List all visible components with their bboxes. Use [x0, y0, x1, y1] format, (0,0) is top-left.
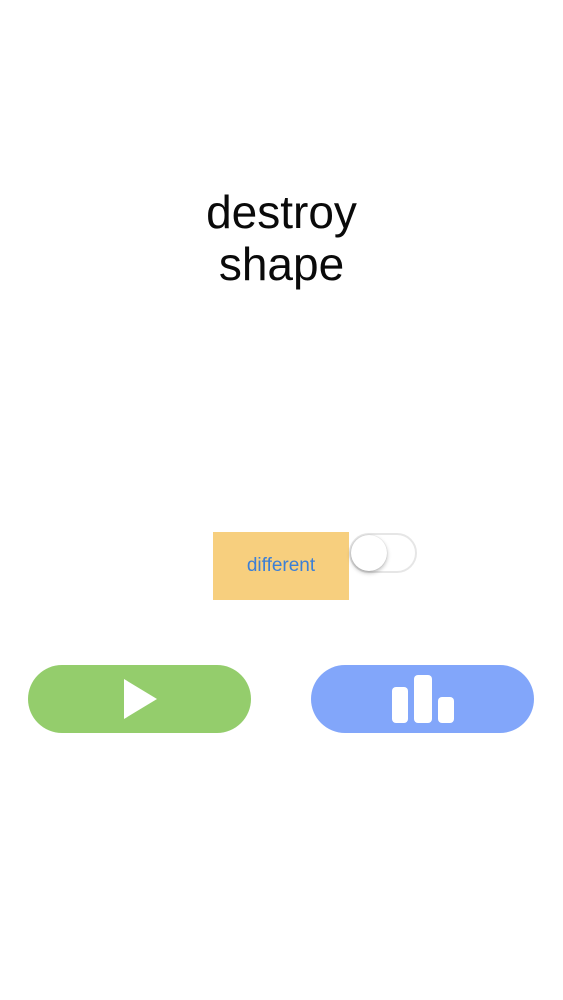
play-button[interactable] [28, 665, 251, 733]
bar-chart-icon [390, 673, 456, 725]
mode-toggle[interactable] [349, 533, 417, 573]
mode-button-label: different [246, 555, 316, 576]
title-line-1: destroy [206, 186, 357, 238]
page-title: destroy shape [0, 186, 563, 290]
mode-button[interactable]: different [213, 532, 349, 600]
toggle-knob [351, 535, 387, 571]
title-line-2: shape [218, 238, 345, 290]
play-icon [120, 678, 160, 720]
stats-button[interactable] [311, 665, 534, 733]
